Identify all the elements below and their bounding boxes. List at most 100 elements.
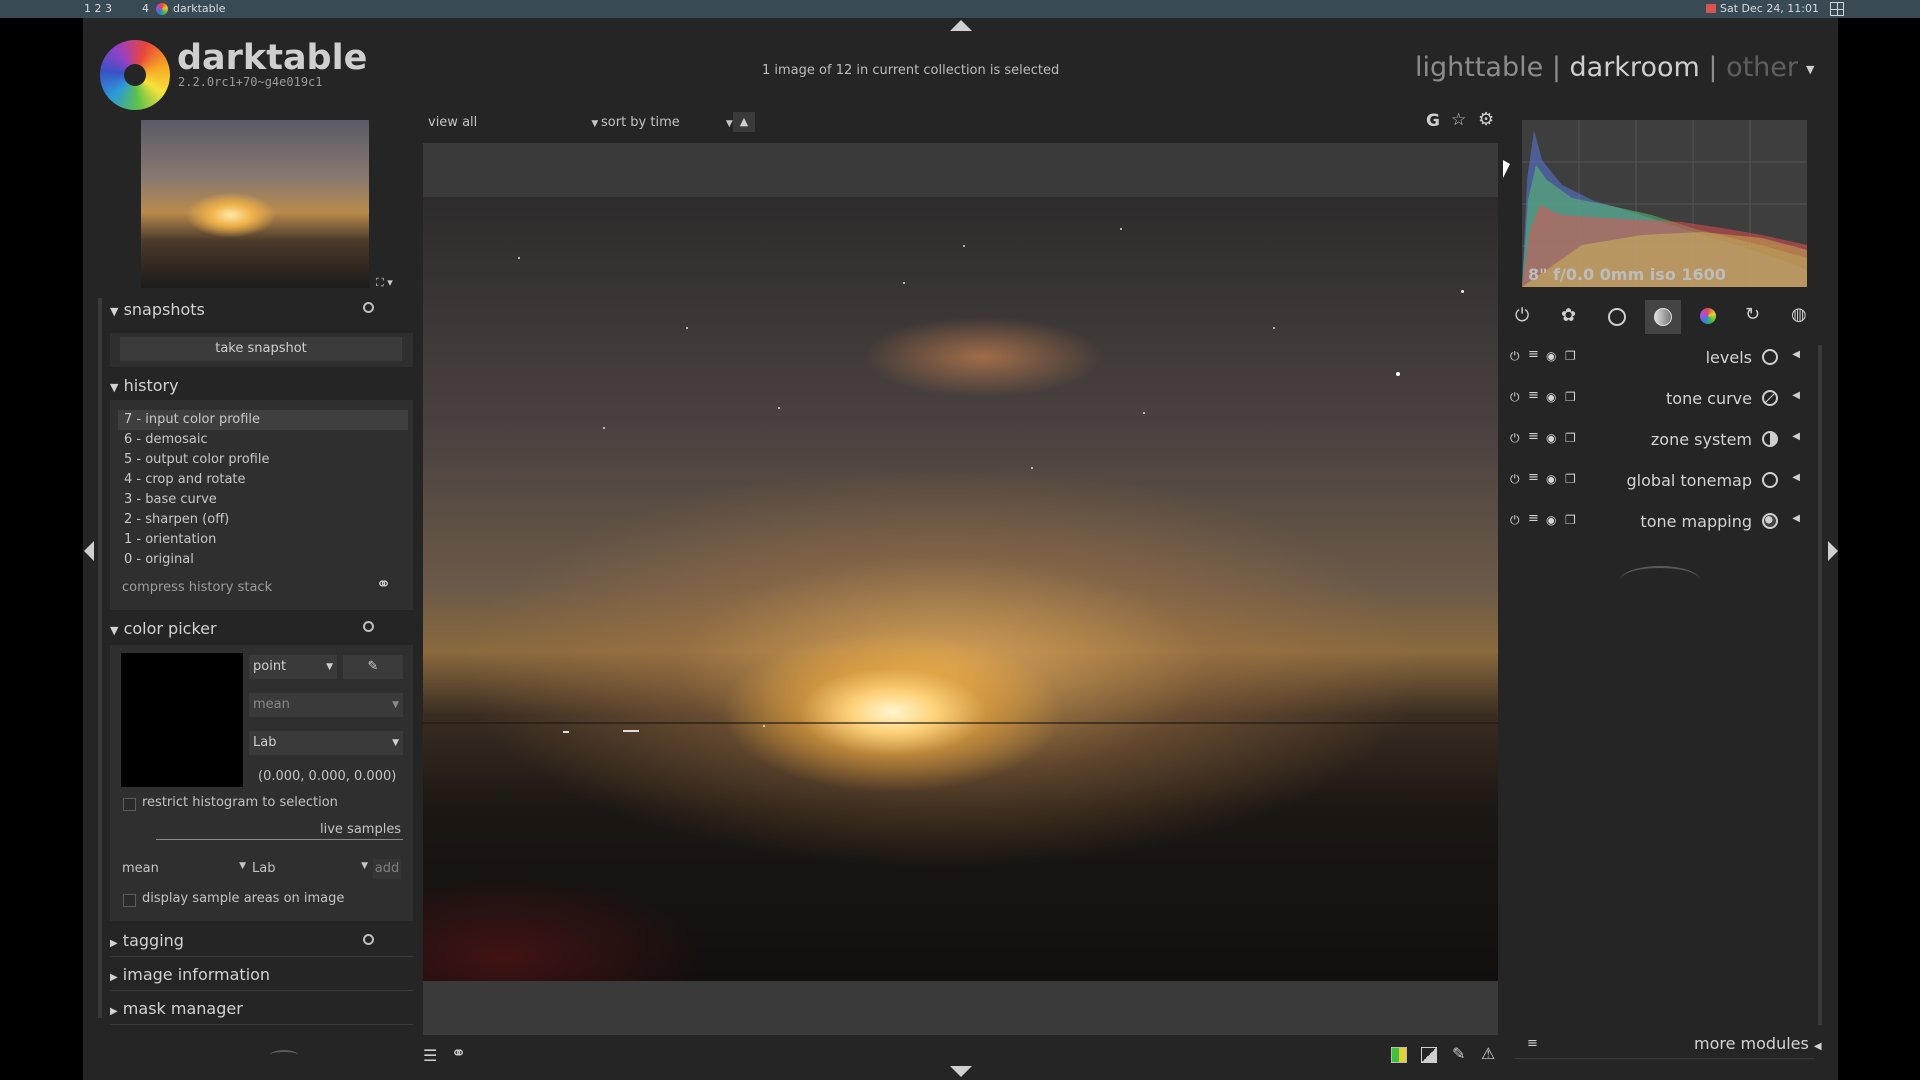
presets-menu-icon[interactable]: ≡ (1528, 388, 1539, 403)
view-lighttable[interactable]: lighttable (1415, 52, 1543, 83)
instance-icon[interactable]: ❐ (1565, 513, 1576, 527)
history-item[interactable]: 2 - sharpen (off) (118, 510, 408, 530)
main-image-canvas[interactable] (423, 197, 1498, 981)
instance-icon[interactable]: ❐ (1565, 472, 1576, 486)
overlay-stars-icon[interactable]: ☆ (1451, 110, 1466, 130)
gamut-check-icon[interactable]: ⚠ (1481, 1044, 1495, 1063)
reset-icon[interactable]: ◉ (1546, 513, 1556, 527)
module-power-icon[interactable]: ⏻ (1510, 513, 1520, 528)
histogram[interactable]: 8" f/0.0 0mm iso 1600 (1522, 120, 1807, 287)
right-panel-scrollbar[interactable] (1818, 345, 1822, 1025)
module-power-icon[interactable]: ⏻ (1510, 431, 1520, 446)
workspace-switcher[interactable]: 1 2 3 (84, 0, 112, 18)
collapse-left-panel-icon[interactable] (84, 541, 94, 561)
presets-menu-icon[interactable]: ≡ (1528, 347, 1539, 362)
module-power-icon[interactable]: ⏻ (1510, 472, 1520, 487)
presets-menu-icon[interactable]: ≡ (1528, 511, 1539, 526)
color-picker-header[interactable]: ▼ color picker (110, 619, 217, 638)
color-picker-reset-icon[interactable] (363, 621, 374, 632)
instance-icon[interactable]: ❐ (1565, 349, 1576, 363)
presets-menu-icon[interactable]: ≡ (1528, 429, 1539, 444)
softproof-icon[interactable]: ✎ (1452, 1044, 1465, 1063)
picker-mode-select[interactable]: point ▼ (249, 655, 337, 679)
correction-group-icon[interactable]: ↻ (1745, 304, 1760, 325)
module-power-icon[interactable]: ⏻ (1510, 390, 1520, 405)
active-modules-power-icon[interactable]: ⏻ (1515, 305, 1529, 326)
view-darkroom[interactable]: darkroom (1570, 52, 1700, 83)
collapse-right-panel-icon[interactable] (1828, 541, 1838, 561)
instance-icon[interactable]: ❐ (1565, 390, 1576, 404)
collapse-bottom-panel-icon[interactable] (950, 1066, 972, 1077)
reset-icon[interactable]: ◉ (1546, 349, 1556, 363)
module-tone-mapping[interactable]: ⏻ ≡ ◉ ❐ tone mapping ◀ (1510, 509, 1810, 539)
tagging-reset-icon[interactable] (363, 934, 374, 945)
reset-icon[interactable]: ◉ (1546, 390, 1556, 404)
history-item[interactable]: 7 - input color profile (118, 410, 408, 430)
reset-icon[interactable]: ◉ (1546, 472, 1556, 486)
color-picker-toggle-button[interactable]: ✎ (343, 655, 403, 679)
snapshots-header[interactable]: ▼ snapshots (110, 300, 205, 319)
view-menu-arrow-icon[interactable]: ▼ (1806, 63, 1814, 76)
left-panel-scrollbar[interactable] (98, 298, 102, 1018)
module-global-tonemap[interactable]: ⏻ ≡ ◉ ❐ global tonemap ◀ (1510, 468, 1810, 498)
add-sample-button[interactable]: add (373, 859, 401, 879)
expand-arrow-icon[interactable]: ◀ (1792, 390, 1800, 401)
sample-colorspace-select[interactable]: Lab ▼ (252, 861, 368, 876)
sort-order-toggle-icon[interactable]: ▲ (733, 112, 755, 132)
reset-icon[interactable]: ◉ (1546, 431, 1556, 445)
sample-stat-select[interactable]: mean ▼ (122, 861, 246, 876)
window-title[interactable]: darktable (173, 0, 225, 18)
collapse-top-panel-icon[interactable] (950, 20, 972, 31)
module-power-icon[interactable]: ⏻ (1510, 349, 1520, 364)
image-information-header[interactable]: ▶ image information (110, 965, 270, 984)
tagging-header[interactable]: ▶ tagging (110, 931, 184, 950)
history-item[interactable]: 4 - crop and rotate (118, 470, 408, 490)
picker-stat-select[interactable]: mean ▼ (249, 693, 403, 717)
module-levels[interactable]: ⏻ ≡ ◉ ❐ levels ◀ (1510, 345, 1810, 375)
preferences-gear-icon[interactable]: ⚙ (1478, 109, 1494, 130)
picked-color-swatch (121, 653, 243, 787)
layout-grid-icon[interactable] (1830, 2, 1844, 16)
view-other[interactable]: other (1726, 52, 1798, 83)
history-item[interactable]: 0 - original (118, 550, 408, 570)
effects-group-icon[interactable]: ◍ (1791, 304, 1807, 325)
instance-icon[interactable]: ❐ (1565, 431, 1576, 445)
navigation-thumbnail[interactable] (141, 120, 369, 288)
compress-history-button[interactable]: compress history stack (122, 580, 272, 595)
mask-manager-header[interactable]: ▶ mask manager (110, 999, 243, 1018)
module-tone-curve[interactable]: ⏻ ≡ ◉ ❐ tone curve ◀ (1510, 386, 1810, 416)
history-item[interactable]: 3 - base curve (118, 490, 408, 510)
expand-arrow-icon[interactable]: ◀ (1792, 349, 1800, 360)
tone-group-icon[interactable] (1654, 308, 1672, 326)
expand-arrow-icon[interactable]: ◀ (1792, 431, 1800, 442)
create-style-icon[interactable]: ⚭ (376, 574, 391, 595)
snapshots-reset-icon[interactable] (363, 302, 374, 313)
color-group-icon[interactable] (1700, 308, 1716, 324)
picker-colorspace-select[interactable]: Lab ▼ (249, 731, 403, 755)
history-header[interactable]: ▼ history (110, 376, 179, 395)
record-icon (1706, 4, 1716, 13)
module-zone-system[interactable]: ⏻ ≡ ◉ ❐ zone system ◀ (1510, 427, 1810, 457)
basic-group-icon[interactable] (1608, 308, 1626, 326)
quick-access-presets-icon[interactable]: ☰ (423, 1046, 437, 1065)
display-samples-checkbox[interactable] (123, 894, 136, 907)
expand-arrow-icon[interactable]: ◀ (1792, 472, 1800, 483)
take-snapshot-button[interactable]: take snapshot (120, 337, 402, 361)
favorites-icon[interactable]: ✿ (1561, 305, 1576, 326)
history-item[interactable]: 5 - output color profile (118, 450, 408, 470)
selection-status: 1 image of 12 in current collection is s… (762, 63, 1060, 78)
expand-arrow-icon[interactable]: ◀ (1792, 513, 1800, 524)
view-filter[interactable]: view all ▼ (428, 115, 598, 130)
sort-select[interactable]: sort by time ▼ (601, 115, 733, 130)
restrict-histogram-checkbox[interactable] (123, 798, 136, 811)
styles-icon[interactable]: ⚭ (451, 1043, 466, 1064)
zoom-fit-icon[interactable]: ⛶ ▾ (376, 276, 393, 290)
history-item[interactable]: 1 - orientation (118, 530, 408, 550)
module-menu-icon[interactable]: ≡ (1527, 1036, 1538, 1051)
overexposure-icon[interactable] (1421, 1047, 1437, 1063)
more-modules-button[interactable]: more modules ◀ (1694, 1034, 1822, 1053)
presets-menu-icon[interactable]: ≡ (1528, 470, 1539, 485)
color-assessment-icon[interactable] (1391, 1047, 1407, 1063)
grouping-icon[interactable]: G (1426, 111, 1440, 131)
history-item[interactable]: 6 - demosaic (118, 430, 408, 450)
